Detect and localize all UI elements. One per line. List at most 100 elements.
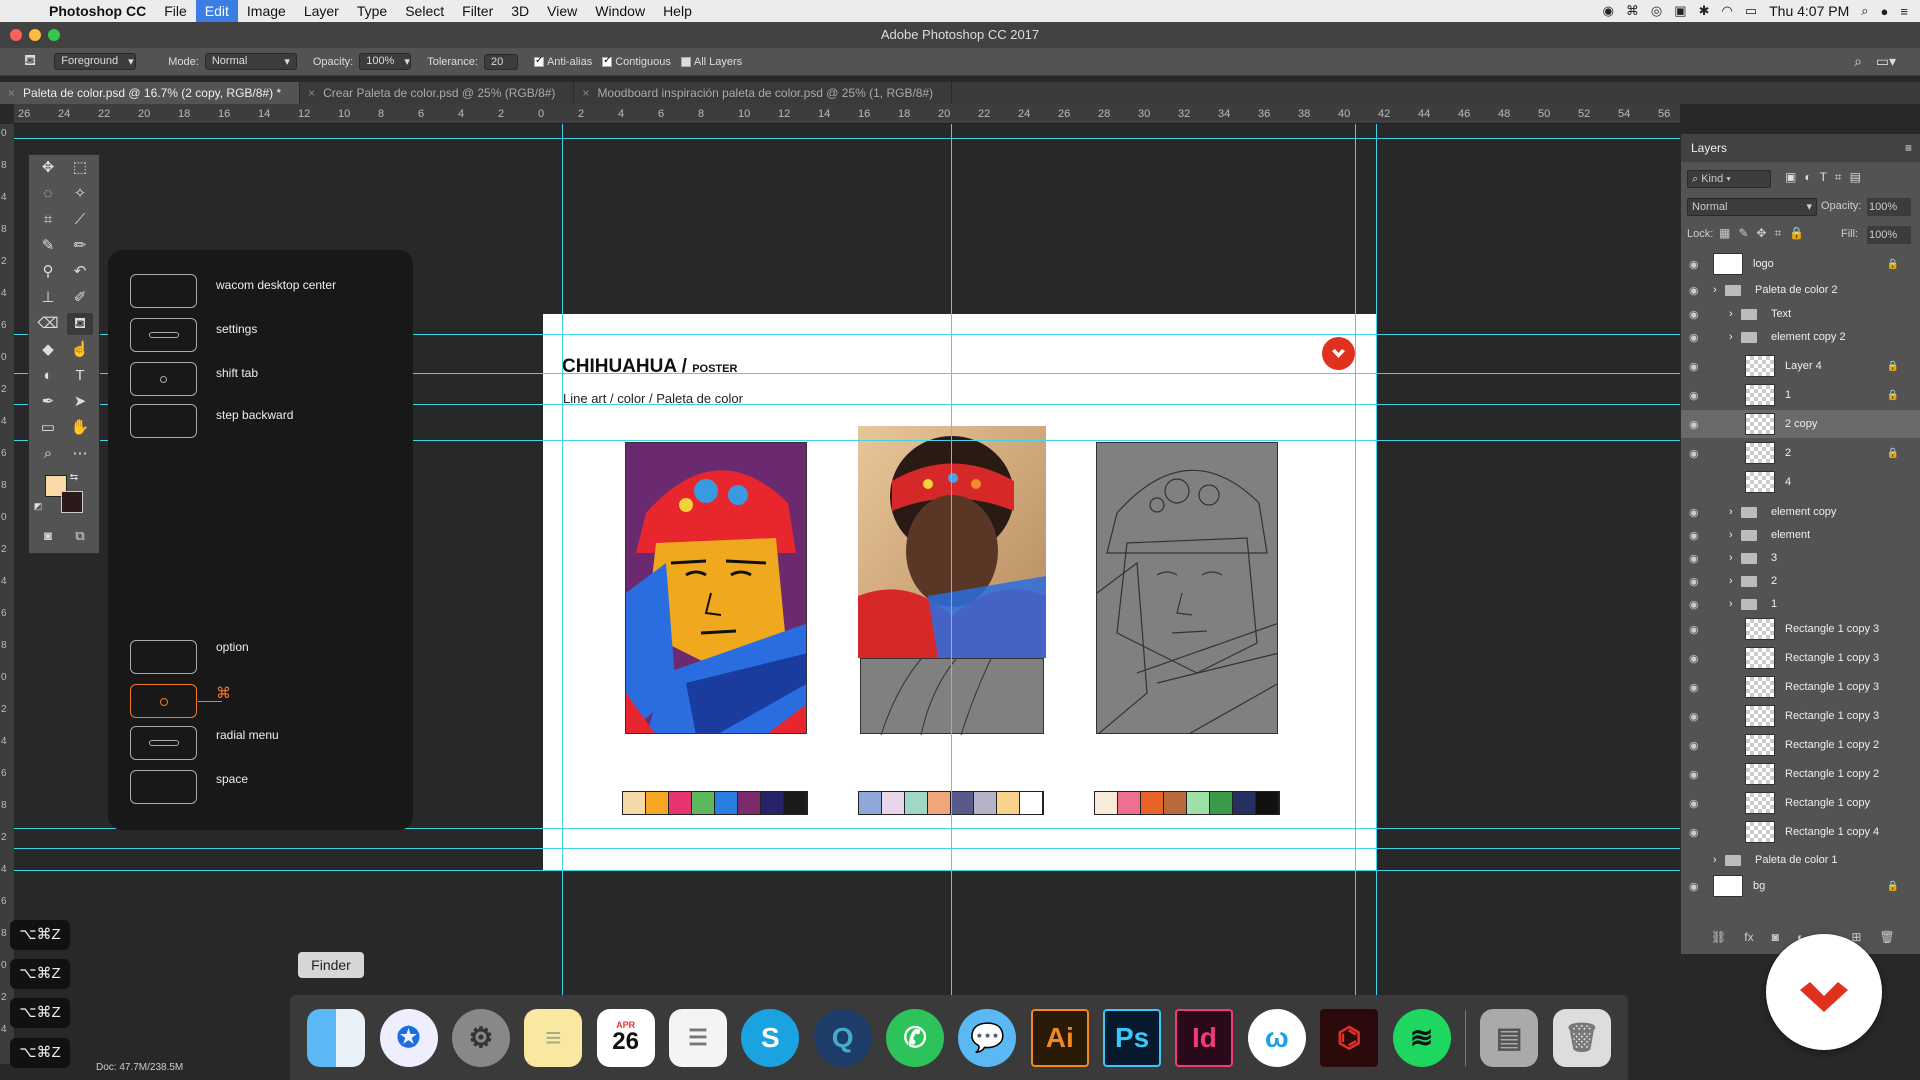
layer-row[interactable]: ◉ Rectangle 1 copy 3 [1681,673,1920,701]
layer-row[interactable]: ◉ Rectangle 1 copy 2 [1681,731,1920,759]
swap-colors-icon[interactable]: ⇆ [67,471,81,485]
minimize-window-button[interactable] [29,29,41,41]
brush-tool-icon[interactable]: ✏ [67,235,93,257]
path-select-icon[interactable]: ➤ [67,391,93,413]
horizontal-ruler[interactable]: 26 24 22 20 18 16 14 12 10 8 6 4 2 0 2 4 6 8 10 12 14 16 18 20 2… [14,104,1680,124]
menu-filter[interactable]: Filter [453,0,502,22]
visibility-eye-icon[interactable]: ◉ [1689,418,1705,431]
guide-line[interactable] [562,124,563,1000]
wifi-icon[interactable]: ◠ [1721,3,1732,19]
menu-app-name[interactable]: Photoshop CC [40,0,155,22]
menu-view[interactable]: View [538,0,586,22]
tolerance-input[interactable]: 20 [483,53,518,70]
visibility-eye-icon[interactable]: ◉ [1689,529,1705,542]
downloads-stack-icon[interactable]: ▤ [1480,1008,1539,1067]
express-key-3[interactable] [130,362,197,396]
close-tab-icon[interactable]: × [308,86,315,100]
expand-chevron-icon[interactable]: › [1729,308,1741,320]
expand-chevron-icon[interactable]: › [1713,284,1725,296]
hand-tool-icon[interactable]: ✋ [67,417,93,439]
express-key-2[interactable] [130,318,197,352]
finder-icon[interactable] [307,1008,366,1067]
record-icon[interactable]: ◉ [1603,3,1614,19]
menu-window[interactable]: Window [586,0,654,22]
opacity-input[interactable]: 100% ▾ [359,53,412,70]
visibility-eye-icon[interactable]: ◉ [1689,575,1705,588]
layer-row[interactable]: ◉ Rectangle 1 copy 3 [1681,702,1920,730]
healing-brush-icon[interactable]: ✎ [35,235,61,257]
layer-row[interactable]: ◉ 2 copy [1681,410,1920,438]
menu-type[interactable]: Type [348,0,396,22]
rectangle-tool-icon[interactable]: ▭ [35,417,61,439]
expand-chevron-icon[interactable]: › [1729,506,1741,518]
trash-icon[interactable]: 🗑 [1552,1008,1611,1067]
behance-badge-icon[interactable] [1766,934,1882,1050]
guide-line[interactable] [1376,124,1377,1000]
layer-group-row[interactable]: ◉ › 1 [1681,590,1920,618]
layer-group-row[interactable]: › Paleta de color 1 [1681,846,1920,874]
visibility-eye-icon[interactable]: ◉ [1689,797,1705,810]
visibility-eye-icon[interactable]: ◉ [1689,681,1705,694]
lasso-tool-icon[interactable]: ◌ [35,183,61,205]
reminders-icon[interactable]: ☰ [668,1008,727,1067]
layer-row[interactable]: ◉ 2 🔒 [1681,439,1920,467]
calendar-icon[interactable]: APR 26 [596,1008,655,1067]
paint-bucket-preset-icon[interactable]: ⛾ [24,52,36,71]
menu-3d[interactable]: 3D [502,0,538,22]
layer-group-row[interactable]: ◉ › element copy 2 [1681,323,1920,351]
layer-row[interactable]: ◉ logo 🔒 [1681,250,1920,278]
clone-stamp-icon[interactable]: ⚲ [35,261,61,283]
lock-icons[interactable]: ▦✎✥⌗🔒 [1719,226,1812,241]
notes-icon[interactable]: ≡ [524,1008,583,1067]
dodge-tool-icon[interactable]: ◐ [35,365,61,387]
menu-image[interactable]: Image [238,0,295,22]
expand-chevron-icon[interactable]: › [1729,598,1741,610]
layer-row[interactable]: ◉ Rectangle 1 copy 3 [1681,644,1920,672]
expand-chevron-icon[interactable]: › [1713,854,1725,866]
skype-icon[interactable]: S [741,1008,800,1067]
blur-tool-icon[interactable]: ◆ [35,339,61,361]
document-canvas[interactable]: CHIHUAHUA / POSTER Line art / color / Pa… [543,314,1377,870]
menu-select[interactable]: Select [396,0,453,22]
quicktime-icon[interactable]: Q [813,1008,872,1067]
background-color-swatch[interactable] [61,491,83,513]
layer-style-icon[interactable]: fx [1744,930,1753,944]
search-icon[interactable]: ⌕ [1854,53,1862,70]
indesign-icon[interactable]: Id [1175,1008,1234,1067]
visibility-eye-icon[interactable]: ◉ [1689,826,1705,839]
link-layers-icon[interactable]: ⛓ [1711,930,1726,944]
smudge-tool-icon[interactable]: ☝ [67,339,93,361]
tab-crear-paleta[interactable]: × Crear Paleta de color.psd @ 25% (RGB/8#… [300,82,575,104]
menu-edit[interactable]: Edit [195,0,238,22]
notification-center-icon[interactable]: ≡ [1900,4,1908,19]
bluetooth-icon[interactable]: ✱ [1699,3,1710,19]
crop-tool-icon[interactable]: ⌗ [35,209,61,231]
siri-icon[interactable]: ● [1881,4,1889,19]
antialias-checkbox[interactable] [533,55,544,67]
system-preferences-icon[interactable]: ⚙ [451,1008,510,1067]
contiguous-checkbox[interactable] [602,55,613,67]
art-history-icon[interactable]: ✐ [67,287,93,309]
sync-icon[interactable]: ◎ [1651,3,1662,19]
layer-row[interactable]: ◉ Layer 4 🔒 [1681,352,1920,380]
express-key-5[interactable] [130,640,197,674]
close-window-button[interactable] [10,29,22,41]
type-tool-icon[interactable]: T [67,365,93,387]
blend-mode-dropdown[interactable]: Normal ▾ [1687,198,1817,216]
visibility-eye-icon[interactable]: ◉ [1689,308,1705,321]
visibility-eye-icon[interactable]: ◉ [1689,284,1705,297]
layer-opacity-input[interactable]: 100% [1867,198,1911,216]
workspace-icon[interactable]: ▭▾ [1876,53,1896,70]
mode-dropdown[interactable]: Normal ▾ [204,53,297,70]
visibility-eye-icon[interactable]: ◉ [1689,739,1705,752]
filter-kind-dropdown[interactable]: ⌕ Kind ▾ [1687,170,1771,188]
layers-title[interactable]: Layers [1691,141,1727,155]
layer-row[interactable]: ◉ Rectangle 1 copy 2 [1681,760,1920,788]
close-tab-icon[interactable]: × [8,86,15,100]
wunderlist-icon[interactable]: ω [1247,1008,1306,1067]
marquee-tool-icon[interactable]: ⬚ [67,157,93,179]
screen-mode-icon[interactable]: ⧉ [67,525,93,547]
photoshop-icon[interactable]: Ps [1103,1008,1162,1067]
guide-line[interactable] [14,848,1680,849]
acrobat-icon[interactable]: ⌬ [1320,1008,1379,1067]
